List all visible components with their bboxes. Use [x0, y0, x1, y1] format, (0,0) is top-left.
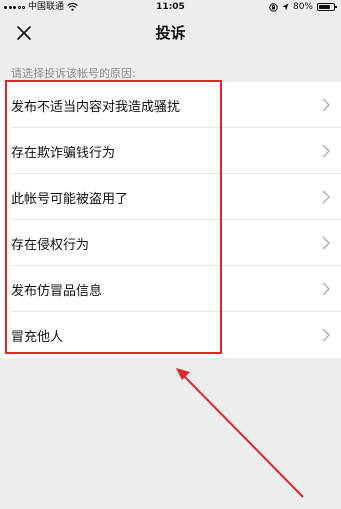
reason-label: 发布不适当内容对我造成骚扰 [11, 99, 181, 115]
chevron-right-icon [322, 282, 331, 296]
status-right: 80% [269, 0, 337, 14]
reason-item-counterfeit[interactable]: 发布仿冒品信息 [0, 266, 341, 312]
reason-item-fraud[interactable]: 存在欺诈骗钱行为 [0, 128, 341, 174]
status-bar: 中国联通 11:05 80% [0, 0, 341, 14]
page-title: 投诉 [155, 24, 186, 42]
reason-label: 此帐号可能被盗用了 [11, 191, 129, 207]
chevron-right-icon [322, 328, 331, 342]
reason-item-impersonation[interactable]: 冒充他人 [0, 312, 341, 358]
reason-item-account-stolen[interactable]: 此帐号可能被盗用了 [0, 174, 341, 220]
reason-label: 存在侵权行为 [11, 237, 90, 253]
lock-rotation-icon [269, 2, 278, 12]
chevron-right-icon [322, 98, 331, 112]
battery-icon [317, 3, 337, 11]
reason-label: 发布仿冒品信息 [11, 283, 103, 299]
navigation-bar: 投诉 [0, 14, 341, 52]
reason-prompt: 请选择投诉该帐号的原因: [11, 67, 136, 80]
reason-list: 发布不适当内容对我造成骚扰 存在欺诈骗钱行为 此帐号可能被盗用了 存在侵权行为 … [0, 82, 341, 358]
reason-item-harassment[interactable]: 发布不适当内容对我造成骚扰 [0, 82, 341, 128]
chevron-right-icon [322, 236, 331, 250]
reason-label: 冒充他人 [11, 329, 64, 345]
reason-item-infringement[interactable]: 存在侵权行为 [0, 220, 341, 266]
chevron-right-icon [322, 190, 331, 204]
battery-percent: 80% [292, 2, 313, 12]
chevron-right-icon [322, 144, 331, 158]
reason-label: 存在欺诈骗钱行为 [11, 145, 116, 161]
location-icon [282, 3, 289, 11]
